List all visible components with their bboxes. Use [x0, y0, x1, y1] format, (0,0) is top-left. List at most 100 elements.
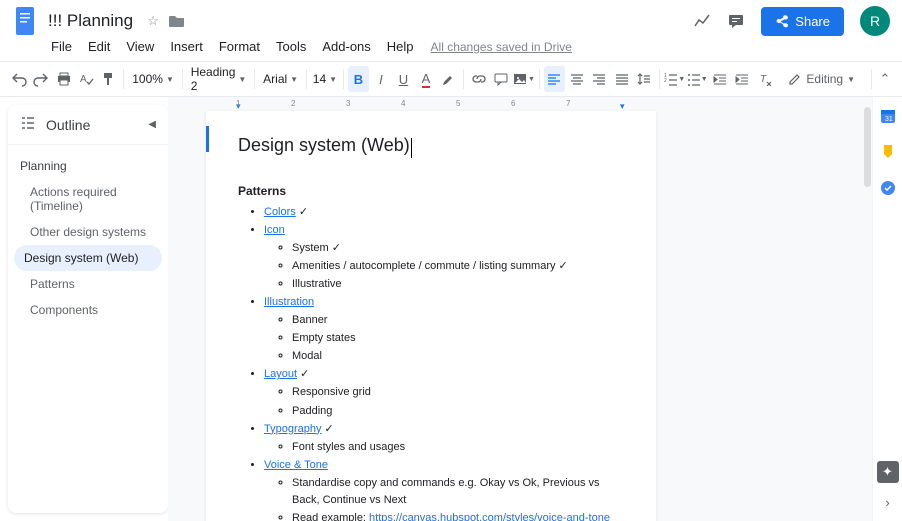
print-button[interactable] [53, 66, 74, 92]
doc-link[interactable]: https://canvas.hubspot.com/styles/voice-… [369, 512, 610, 521]
align-right-button[interactable] [589, 66, 610, 92]
list-item[interactable]: Amenities / autocomplete / commute / lis… [292, 258, 624, 275]
comments-icon[interactable] [727, 12, 745, 30]
list-item[interactable]: Icon System ✓Amenities / autocomplete / c… [264, 222, 624, 293]
menu-file[interactable]: File [44, 36, 79, 57]
list-item[interactable]: Standardise copy and commands e.g. Okay … [292, 475, 624, 509]
menu-add-ons[interactable]: Add-ons [315, 36, 377, 57]
menu-view[interactable]: View [119, 36, 161, 57]
numbered-list-button[interactable]: 12▼ [664, 66, 685, 92]
insert-image-button[interactable]: ▼ [513, 66, 535, 92]
page[interactable]: Design system (Web) PatternsColors ✓Icon… [206, 111, 656, 521]
outline-title: Outline [46, 117, 138, 133]
list-item[interactable]: Read example: https://canvas.hubspot.com… [292, 510, 624, 521]
align-left-button[interactable] [544, 66, 565, 92]
doc-link[interactable]: Typography [264, 423, 321, 435]
collapse-toolbar-button[interactable]: ⌃ [876, 68, 894, 90]
doc-link[interactable]: Voice & Tone [264, 459, 328, 471]
align-justify-button[interactable] [611, 66, 632, 92]
avatar[interactable]: R [860, 6, 890, 36]
check-icon: ✓ [321, 423, 333, 435]
list-item[interactable]: Typography ✓ Font styles and usages [264, 421, 624, 456]
paint-format-button[interactable] [98, 66, 119, 92]
share-label: Share [795, 14, 830, 29]
redo-button[interactable] [30, 66, 51, 92]
move-folder-icon[interactable] [169, 13, 185, 29]
document-canvas[interactable]: ▾ ▾ 1234567 Design system (Web) Patterns… [168, 97, 872, 521]
list-item[interactable]: Illustrative [292, 276, 624, 293]
spellcheck-button[interactable]: A [75, 66, 96, 92]
side-panel: 31 ✦ › [872, 97, 902, 521]
list-item[interactable]: System ✓ [292, 240, 624, 257]
activity-icon[interactable] [693, 12, 711, 30]
outline-item[interactable]: Components [8, 297, 168, 323]
ruler-tick: 7 [566, 99, 570, 108]
bold-button[interactable]: B [348, 66, 369, 92]
menu-insert[interactable]: Insert [163, 36, 210, 57]
outline-item[interactable]: Patterns [8, 271, 168, 297]
insert-comment-button[interactable] [490, 66, 511, 92]
size-value: 14 [313, 72, 326, 86]
clear-formatting-button[interactable]: T [754, 66, 775, 92]
list-item[interactable]: Padding [292, 403, 624, 420]
menu-format[interactable]: Format [212, 36, 267, 57]
ruler-tick: 4 [401, 99, 405, 108]
ruler-tick: 6 [511, 99, 515, 108]
keep-icon[interactable] [879, 143, 897, 161]
paragraph-style-select[interactable]: Heading 2▼ [187, 61, 251, 97]
font-select[interactable]: Arial▼ [259, 68, 302, 90]
explore-button[interactable]: ✦ [877, 461, 899, 483]
outline-item[interactable]: Actions required (Timeline) [8, 179, 168, 219]
font-size-select[interactable]: 14▼ [311, 68, 339, 90]
list-item[interactable]: Voice & Tone Standardise copy and command… [264, 457, 624, 521]
text-color-button[interactable]: A [415, 66, 436, 92]
doc-heading[interactable]: Design system (Web) [238, 135, 410, 156]
outline-item[interactable]: Design system (Web) [14, 245, 162, 271]
calendar-icon[interactable]: 31 [879, 107, 897, 125]
bulleted-list-button[interactable]: ▼ [686, 66, 707, 92]
increase-indent-button[interactable] [731, 66, 752, 92]
saved-status[interactable]: All changes saved in Drive [431, 40, 572, 54]
underline-button[interactable]: U [393, 66, 414, 92]
list-item[interactable]: Illustration BannerEmpty statesModal [264, 294, 624, 365]
docs-logo-icon[interactable] [12, 4, 38, 38]
hide-side-panel-icon[interactable]: › [879, 493, 897, 511]
tasks-icon[interactable] [879, 179, 897, 197]
svg-text:A: A [80, 74, 87, 85]
decrease-indent-button[interactable] [709, 66, 730, 92]
scrollbar-thumb[interactable] [864, 107, 871, 187]
list-item[interactable]: Banner [292, 312, 624, 329]
list-item[interactable]: Colors ✓ [264, 204, 624, 221]
align-center-button[interactable] [566, 66, 587, 92]
outline-item[interactable]: Other design systems [8, 219, 168, 245]
menu-edit[interactable]: Edit [81, 36, 117, 57]
doc-link[interactable]: Illustration [264, 296, 314, 308]
list-item[interactable]: Responsive grid [292, 384, 624, 401]
insert-link-button[interactable] [468, 66, 489, 92]
list-item[interactable]: Modal [292, 348, 624, 365]
menu-help[interactable]: Help [380, 36, 421, 57]
undo-button[interactable] [8, 66, 29, 92]
doc-link[interactable]: Icon [264, 224, 285, 236]
star-icon[interactable]: ☆ [145, 13, 161, 29]
list-item[interactable]: Layout ✓ Responsive grid Padding [264, 366, 624, 419]
highlight-button[interactable] [438, 66, 459, 92]
outline-item[interactable]: Planning [8, 153, 168, 179]
svg-text:2: 2 [664, 78, 667, 84]
editing-mode-select[interactable]: Editing ▼ [776, 68, 867, 90]
zoom-select[interactable]: 100%▼ [128, 68, 178, 90]
zoom-value: 100% [132, 72, 163, 86]
doc-link[interactable]: Colors [264, 206, 296, 218]
italic-button[interactable]: I [370, 66, 391, 92]
ruler[interactable]: ▾ ▾ 1234567 [206, 97, 834, 111]
section-heading[interactable]: Patterns [238, 184, 624, 198]
list-item[interactable]: Font styles and usages [292, 439, 624, 456]
outline-collapse-icon[interactable]: ◀ [148, 119, 156, 130]
doc-link[interactable]: Layout [264, 368, 297, 380]
line-spacing-button[interactable] [634, 66, 655, 92]
list-item[interactable]: Empty states [292, 330, 624, 347]
menu-tools[interactable]: Tools [269, 36, 313, 57]
check-icon: ✓ [297, 368, 309, 380]
document-title[interactable]: !!! Planning [44, 10, 137, 32]
share-button[interactable]: Share [761, 7, 844, 36]
